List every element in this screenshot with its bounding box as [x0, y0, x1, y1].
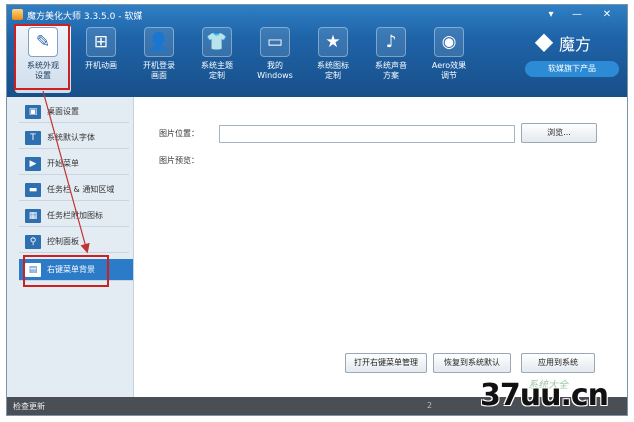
site-watermark: 37uu.cn [480, 378, 609, 413]
annotation-arrow [42, 90, 90, 254]
app-window: 魔方美化大师 3.3.5.0 - 软媒 ▾ — ✕ ✎ 系统外观 设置 ⊞ 开机动… [6, 4, 628, 416]
